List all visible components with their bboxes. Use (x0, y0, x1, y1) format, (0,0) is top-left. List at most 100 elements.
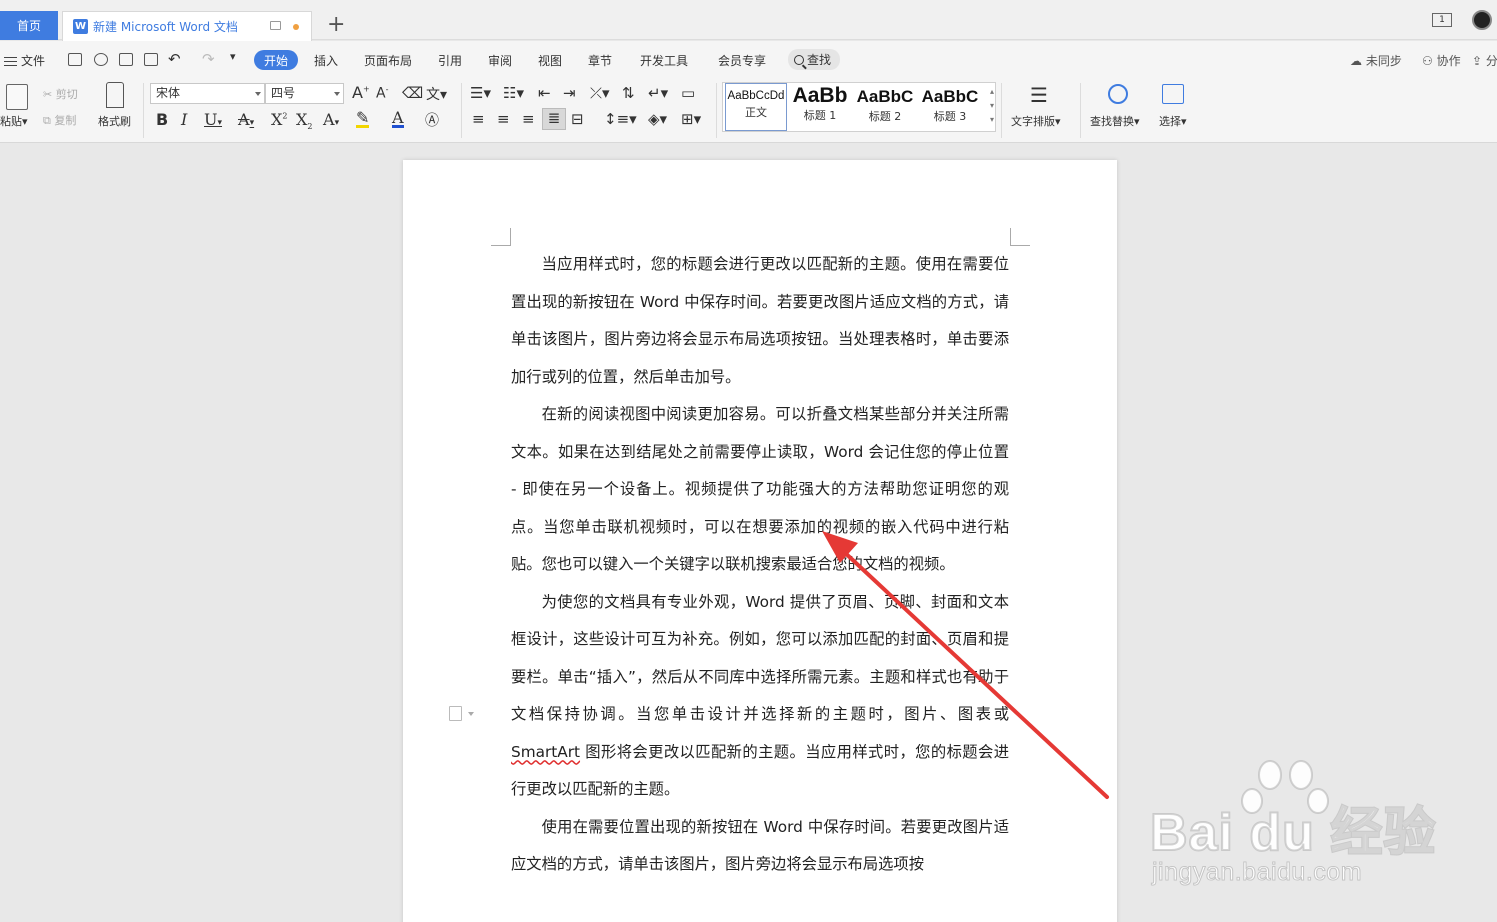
style-preview: AaBbC (921, 87, 979, 106)
sync-status[interactable]: ☁ 未同步 (1350, 52, 1402, 69)
align-right-icon[interactable]: ≡ (522, 110, 535, 128)
paragraph[interactable]: 为使您的文档具有专业外观，Word 提供了页眉、页脚、封面和文本框设计，这些设计… (511, 584, 1009, 809)
new-tab-button[interactable]: + (327, 13, 345, 37)
watermark-brand: Bai du 经验 (1149, 803, 1437, 863)
style-normal[interactable]: AaBbCcDd 正文 (725, 83, 787, 131)
document-body[interactable]: 当应用样式时，您的标题会进行更改以匹配新的主题。使用在需要位置出现的新按钮在 W… (511, 246, 1009, 884)
spellcheck-word[interactable]: SmartArt (511, 743, 580, 761)
menu-file[interactable]: 文件 (4, 52, 45, 69)
avatar[interactable] (1472, 10, 1492, 30)
numbered-list-icon[interactable]: ☷▾ (503, 84, 524, 102)
menu-tab-section[interactable]: 章节 (588, 52, 612, 69)
distributed-icon[interactable]: ⊟ (571, 110, 584, 128)
menu-tab-developer[interactable]: 开发工具 (640, 52, 688, 69)
style-heading-3[interactable]: AaBbC 标题 3 (919, 83, 981, 131)
menu-tab-start[interactable]: 开始 (254, 50, 298, 70)
print-preview-icon[interactable] (144, 53, 158, 66)
paste-icon[interactable] (6, 84, 28, 110)
underline-icon[interactable]: U▾ (204, 110, 222, 129)
chevron-down-icon[interactable] (468, 712, 474, 716)
ribbon-toolbar: 粘贴▾ ✂ 剪切 ⧉ 复制 格式刷 宋体 四号 A+ A- ⌫ 文▾ B I U… (0, 78, 1497, 143)
menu-tab-insert[interactable]: 插入 (314, 52, 338, 69)
select-button[interactable]: 选择▾ (1159, 113, 1187, 129)
paragraph-text: 图形将会更改以匹配新的主题。当应用样式时，您的标题会进行更改以匹配新的主题。 (511, 742, 1009, 799)
bold-icon[interactable]: B (156, 110, 168, 129)
undo-icon[interactable]: ↶ (168, 50, 181, 68)
ribbon-separator (143, 83, 144, 138)
find-replace-icon[interactable] (1108, 84, 1128, 104)
strikethrough-icon[interactable]: A▾ (238, 110, 254, 129)
highlight-icon[interactable]: ✎ (356, 110, 370, 128)
paste-button[interactable]: 粘贴▾ (0, 113, 28, 129)
menu-tab-member[interactable]: 会员专享 (718, 52, 766, 69)
collaborate-button[interactable]: ⚇ 协作 (1422, 52, 1461, 69)
sort-icon[interactable]: ⇅ (622, 84, 635, 102)
menu-tab-review[interactable]: 审阅 (488, 52, 512, 69)
style-name: 正文 (745, 106, 767, 119)
shading-icon[interactable]: ◈▾ (648, 110, 667, 128)
monitor-icon[interactable] (270, 21, 281, 30)
menu-tab-view[interactable]: 视图 (538, 52, 562, 69)
styles-scroll-icon[interactable]: ▴ ▾ ▾ (990, 85, 994, 127)
font-size-select[interactable]: 四号 (265, 83, 344, 104)
decrease-indent-icon[interactable]: ⇤ (538, 84, 551, 102)
style-heading-1[interactable]: AaBb 标题 1 (789, 83, 851, 131)
share-label: 分享 (1485, 54, 1497, 68)
customize-dropdown-icon[interactable]: ▾ (230, 50, 236, 63)
grow-font-icon[interactable]: A+ (352, 83, 370, 102)
share-button[interactable]: ⇪ 分享 (1472, 52, 1497, 69)
paragraph[interactable]: 当应用样式时，您的标题会进行更改以匹配新的主题。使用在需要位置出现的新按钮在 W… (511, 246, 1009, 396)
select-label: 选择 (1159, 115, 1181, 128)
table-tools-icon[interactable]: ▭ (681, 84, 695, 102)
subscript-icon[interactable]: X2 (296, 110, 312, 131)
ribbon-separator (461, 83, 462, 138)
paragraph-layout-icon[interactable] (449, 706, 462, 721)
save-icon[interactable] (68, 53, 82, 66)
italic-icon[interactable]: I (181, 110, 187, 129)
text-layout-icon[interactable]: ☰ (1028, 84, 1050, 106)
align-center-icon[interactable]: ≡ (497, 110, 510, 128)
tab-document[interactable]: W 新建 Microsoft Word 文档 (62, 11, 312, 41)
paragraph[interactable]: 在新的阅读视图中阅读更加容易。可以折叠文档某些部分并关注所需文本。如果在达到结尾… (511, 396, 1009, 584)
tab-home[interactable]: 首页 (0, 11, 58, 40)
text-layout-button[interactable]: 文字排版▾ (1011, 113, 1061, 129)
menu-tab-layout[interactable]: 页面布局 (364, 52, 412, 69)
style-heading-2[interactable]: AaBbC 标题 2 (854, 83, 916, 131)
bullet-list-icon[interactable]: ☰▾ (470, 84, 491, 102)
pinyin-icon[interactable]: 文▾ (426, 84, 447, 104)
format-painter-icon[interactable] (106, 82, 124, 108)
shrink-font-icon[interactable]: A- (376, 85, 388, 102)
show-hide-icon[interactable]: ↵▾ (648, 84, 668, 102)
line-spacing-icon[interactable]: ↕≡▾ (604, 110, 637, 128)
font-name-select[interactable]: 宋体 (150, 83, 265, 104)
font-color-icon[interactable]: A (392, 110, 404, 128)
char-border-icon[interactable]: Ⓐ (425, 110, 439, 130)
print-icon[interactable] (119, 53, 133, 66)
find-replace-label: 查找替换 (1090, 115, 1134, 128)
justify-icon[interactable]: ≣ (542, 108, 566, 130)
redo-icon[interactable]: ↷ (202, 50, 215, 68)
chinese-layout-icon[interactable]: ⤫▾ (590, 84, 610, 102)
menu-tab-references[interactable]: 引用 (438, 52, 462, 69)
borders-icon[interactable]: ⊞▾ (681, 110, 701, 128)
hamburger-icon (4, 57, 17, 66)
search-label: 查找 (807, 53, 832, 67)
align-left-icon[interactable]: ≡ (472, 110, 485, 128)
increase-indent-icon[interactable]: ⇥ (563, 84, 576, 102)
menu-bar: 文件 ↶ ↷ ▾ 开始 插入 页面布局 引用 审阅 视图 章节 开发工具 会员专… (0, 41, 1497, 78)
select-icon[interactable] (1162, 84, 1184, 104)
document-page[interactable]: 当应用样式时，您的标题会进行更改以匹配新的主题。使用在需要位置出现的新按钮在 W… (403, 160, 1117, 922)
paragraph[interactable]: 使用在需要位置出现的新按钮在 Word 中保存时间。若要更改图片适应文档的方式，… (511, 809, 1009, 884)
text-effect-icon[interactable]: A▾ (323, 110, 339, 129)
styles-gallery: AaBbCcDd 正文 AaBb 标题 1 AaBbC 标题 2 AaBbC 标… (722, 82, 996, 132)
clear-format-icon[interactable]: ⌫ (402, 84, 423, 102)
format-painter-button[interactable]: 格式刷 (98, 113, 131, 129)
window-layout-icon[interactable]: 1 (1432, 13, 1452, 27)
output-icon[interactable] (94, 53, 108, 66)
search-command[interactable]: 查找 (788, 49, 840, 70)
cut-button[interactable]: ✂ 剪切 (43, 86, 78, 102)
superscript-icon[interactable]: X2 (271, 110, 287, 129)
font-size-value: 四号 (271, 86, 296, 100)
copy-button[interactable]: ⧉ 复制 (43, 112, 76, 128)
find-replace-button[interactable]: 查找替换▾ (1090, 113, 1140, 129)
